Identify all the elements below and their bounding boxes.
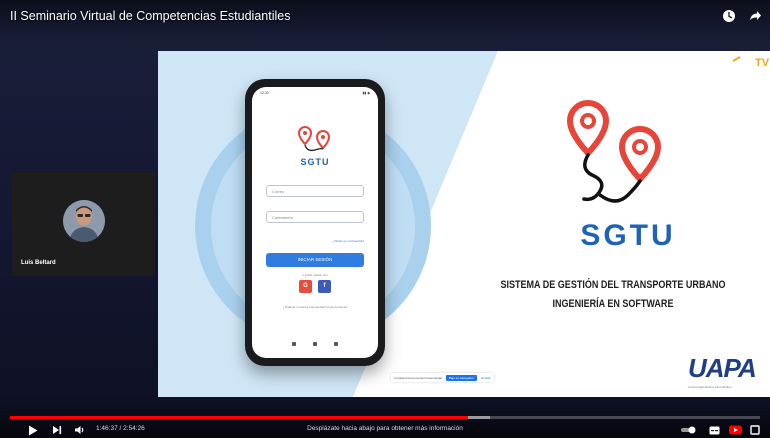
forgot-password-link: ¿Olvidó su contraseña?	[332, 239, 364, 243]
autoplay-toggle-icon[interactable]	[680, 422, 698, 438]
subtitles-icon[interactable]	[707, 422, 721, 438]
share-notice-text: cmpalsprtunecmconpromisacmpalal	[394, 375, 442, 380]
phone-nav-recent-icon	[334, 342, 338, 346]
clock-icon[interactable]	[720, 7, 738, 25]
video-title[interactable]: II Seminario Virtual de Competencias Est…	[10, 9, 290, 23]
phone-nav-bar	[292, 342, 338, 346]
share-notice-button: Bajo es navegador	[445, 374, 477, 381]
app-location-pins-icon	[295, 125, 335, 160]
password-field: Contraseña	[266, 211, 364, 223]
slide-subtitle-2: INGENIERÍA EN SOFTWARE	[552, 298, 674, 310]
register-text: ¿Todavía no tienes una cuenta? Crear tu …	[282, 305, 348, 309]
sgtu-title: SGTU	[580, 219, 676, 252]
uapa-subtitle: Universidad Abierta para Adultos	[688, 385, 732, 389]
share-notice-bar: cmpalsprtunecmconpromisacmpalal Bajo es …	[391, 373, 494, 382]
phone-mockup: 12:30 ▮▮ ◆ SGTU Correo Contraseña ¿Olvid…	[245, 79, 385, 366]
speaker-video-tile: Luis Beltard	[12, 172, 155, 276]
phone-screen: 12:30 ▮▮ ◆ SGTU Correo Contraseña ¿Olvid…	[252, 87, 378, 358]
alt-login-text: o iniciar sesión con	[302, 273, 328, 277]
slide-subtitle-1: SISTEMA DE GESTIÓN DEL TRANSPORTE URBANO	[500, 279, 726, 291]
tv-badge: TV	[755, 57, 770, 69]
phone-nav-back-icon	[292, 342, 296, 346]
settings-icon[interactable]	[748, 422, 762, 438]
social-login-row: G f	[299, 280, 331, 293]
facebook-login-button: f	[318, 280, 331, 293]
share-notice-hide: Ocultar	[480, 375, 491, 380]
email-field: Correo	[266, 185, 364, 197]
top-icons	[720, 7, 764, 25]
progress-played	[10, 416, 469, 419]
app-title: SGTU	[300, 157, 330, 167]
login-button: INICIAR SESIÓN	[266, 253, 364, 267]
youtube-icon[interactable]	[727, 422, 743, 438]
phone-status-time: 12:30	[260, 91, 269, 95]
scroll-hint: Desplázate hacia abajo para obtener más …	[307, 425, 463, 432]
player-controls: 1:46:37 / 2:54:26 Desplázate hacia abajo…	[0, 422, 770, 438]
share-icon[interactable]	[746, 7, 764, 25]
speaker-name: Luis Beltard	[21, 260, 56, 266]
phone-status-bar: 12:30 ▮▮ ◆	[260, 91, 370, 99]
speaker-avatar	[63, 200, 105, 242]
progress-bar[interactable]	[10, 416, 760, 419]
uapa-logo: UAPA	[688, 353, 757, 383]
sgtu-logo-pins-icon	[566, 99, 686, 224]
presentation-slide: TV 12:30 ▮▮ ◆ SGTU Correo Contraseña ¿Ol…	[158, 51, 770, 397]
phone-nav-home-icon	[313, 342, 317, 346]
google-login-button: G	[299, 280, 312, 293]
phone-status-icons: ▮▮ ◆	[362, 91, 370, 95]
